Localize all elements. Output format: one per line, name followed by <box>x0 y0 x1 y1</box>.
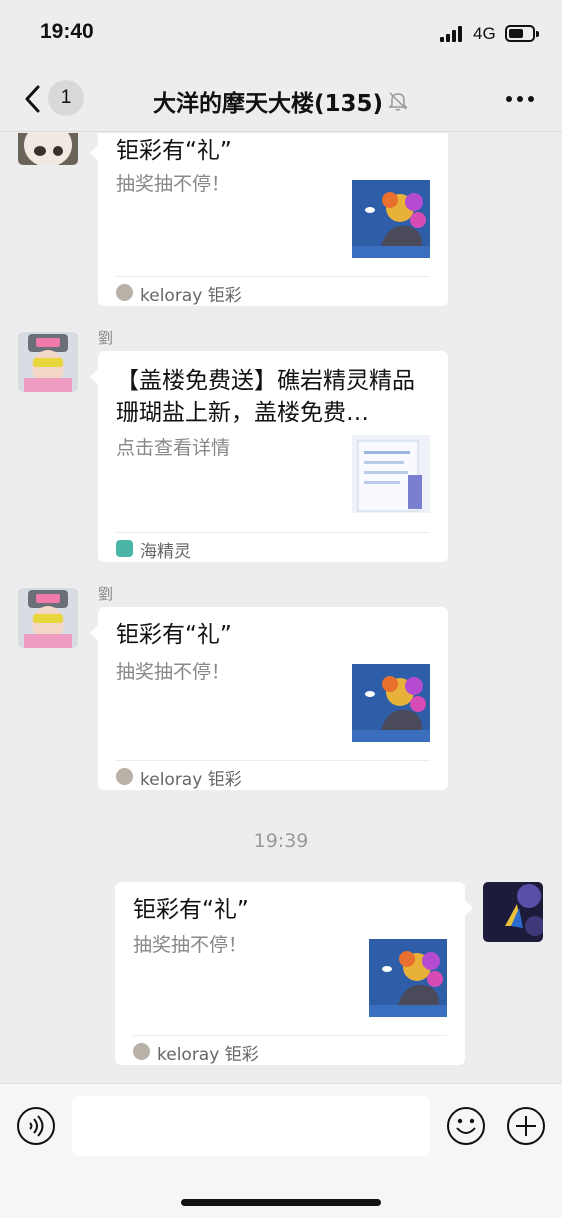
link-card[interactable]: 钜彩有“礼” 抽奖抽不停！ keloray 钜彩 <box>90 607 448 790</box>
home-indicator <box>181 1199 381 1206</box>
card-description: 抽奖抽不停！ <box>116 173 231 195</box>
source-logo-icon <box>116 284 133 301</box>
source-logo-icon <box>116 768 133 785</box>
chat-title-text: 大洋的摩天大楼(135) <box>152 91 384 117</box>
card-description: 抽奖抽不停！ <box>133 934 248 956</box>
nav-bar: 1 大洋的摩天大楼(135) <box>0 66 562 132</box>
battery-icon <box>505 25 539 42</box>
network-label: 4G <box>473 24 496 43</box>
status-time: 19:40 <box>40 20 94 43</box>
source-label: keloray 钜彩 <box>157 1045 259 1065</box>
link-card[interactable]: 【盖楼免费送】礁岩精灵精品珊瑚盐上新，盖楼免费… 点击查看详情 海精灵 <box>90 351 448 562</box>
source-logo-icon <box>133 1043 150 1060</box>
card-title: 钜彩有“礼” <box>116 622 232 648</box>
chat-title: 大洋的摩天大楼(135) <box>0 84 562 118</box>
avatar[interactable] <box>18 588 78 648</box>
card-footer: 海精灵 <box>116 532 430 562</box>
voice-icon[interactable] <box>16 1106 56 1146</box>
card-thumbnail <box>352 180 430 258</box>
signal-icon <box>440 26 466 42</box>
card-thumbnail <box>352 664 430 742</box>
card-footer: keloray 钜彩 <box>116 760 430 790</box>
link-card[interactable]: 钜彩有“礼” 抽奖抽不停！ keloray 钜彩 <box>115 882 473 1065</box>
card-title: 钜彩有“礼” <box>116 138 232 164</box>
timestamp: 19:39 <box>253 830 309 852</box>
source-label: 海精灵 <box>140 542 191 562</box>
sender-name: 劉 <box>98 585 114 603</box>
plus-icon[interactable] <box>506 1106 546 1146</box>
link-card[interactable]: 钜彩有“礼” 抽奖抽不停！ keloray 钜彩 <box>90 133 448 306</box>
card-description: 抽奖抽不停！ <box>116 661 231 683</box>
card-thumbnail <box>352 435 430 513</box>
card-description: 点击查看详情 <box>116 437 231 459</box>
sender-name: 劉 <box>98 329 114 347</box>
card-footer: keloray 钜彩 <box>116 276 430 306</box>
source-logo-icon <box>116 540 133 557</box>
message-input[interactable] <box>72 1096 430 1156</box>
source-label: keloray 钜彩 <box>140 770 242 790</box>
card-title: 【盖楼免费送】礁岩精灵精品珊瑚盐上新，盖楼免费… <box>116 368 415 426</box>
emoji-icon[interactable] <box>446 1106 486 1146</box>
card-thumbnail <box>369 939 447 1017</box>
avatar[interactable] <box>18 332 78 392</box>
source-label: keloray 钜彩 <box>140 286 242 306</box>
card-title: 钜彩有“礼” <box>133 897 249 923</box>
chat-area[interactable]: 钜彩有“礼” 抽奖抽不停！ keloray 钜彩 劉 【盖楼免费送】礁岩精灵精品… <box>0 133 562 1083</box>
more-icon[interactable] <box>506 96 536 104</box>
mute-bell-icon <box>388 92 408 111</box>
card-footer: keloray 钜彩 <box>133 1035 447 1065</box>
input-bar <box>0 1083 562 1218</box>
avatar[interactable] <box>18 133 78 165</box>
status-bar: 19:40 4G <box>0 0 562 66</box>
avatar-self[interactable] <box>483 882 543 942</box>
